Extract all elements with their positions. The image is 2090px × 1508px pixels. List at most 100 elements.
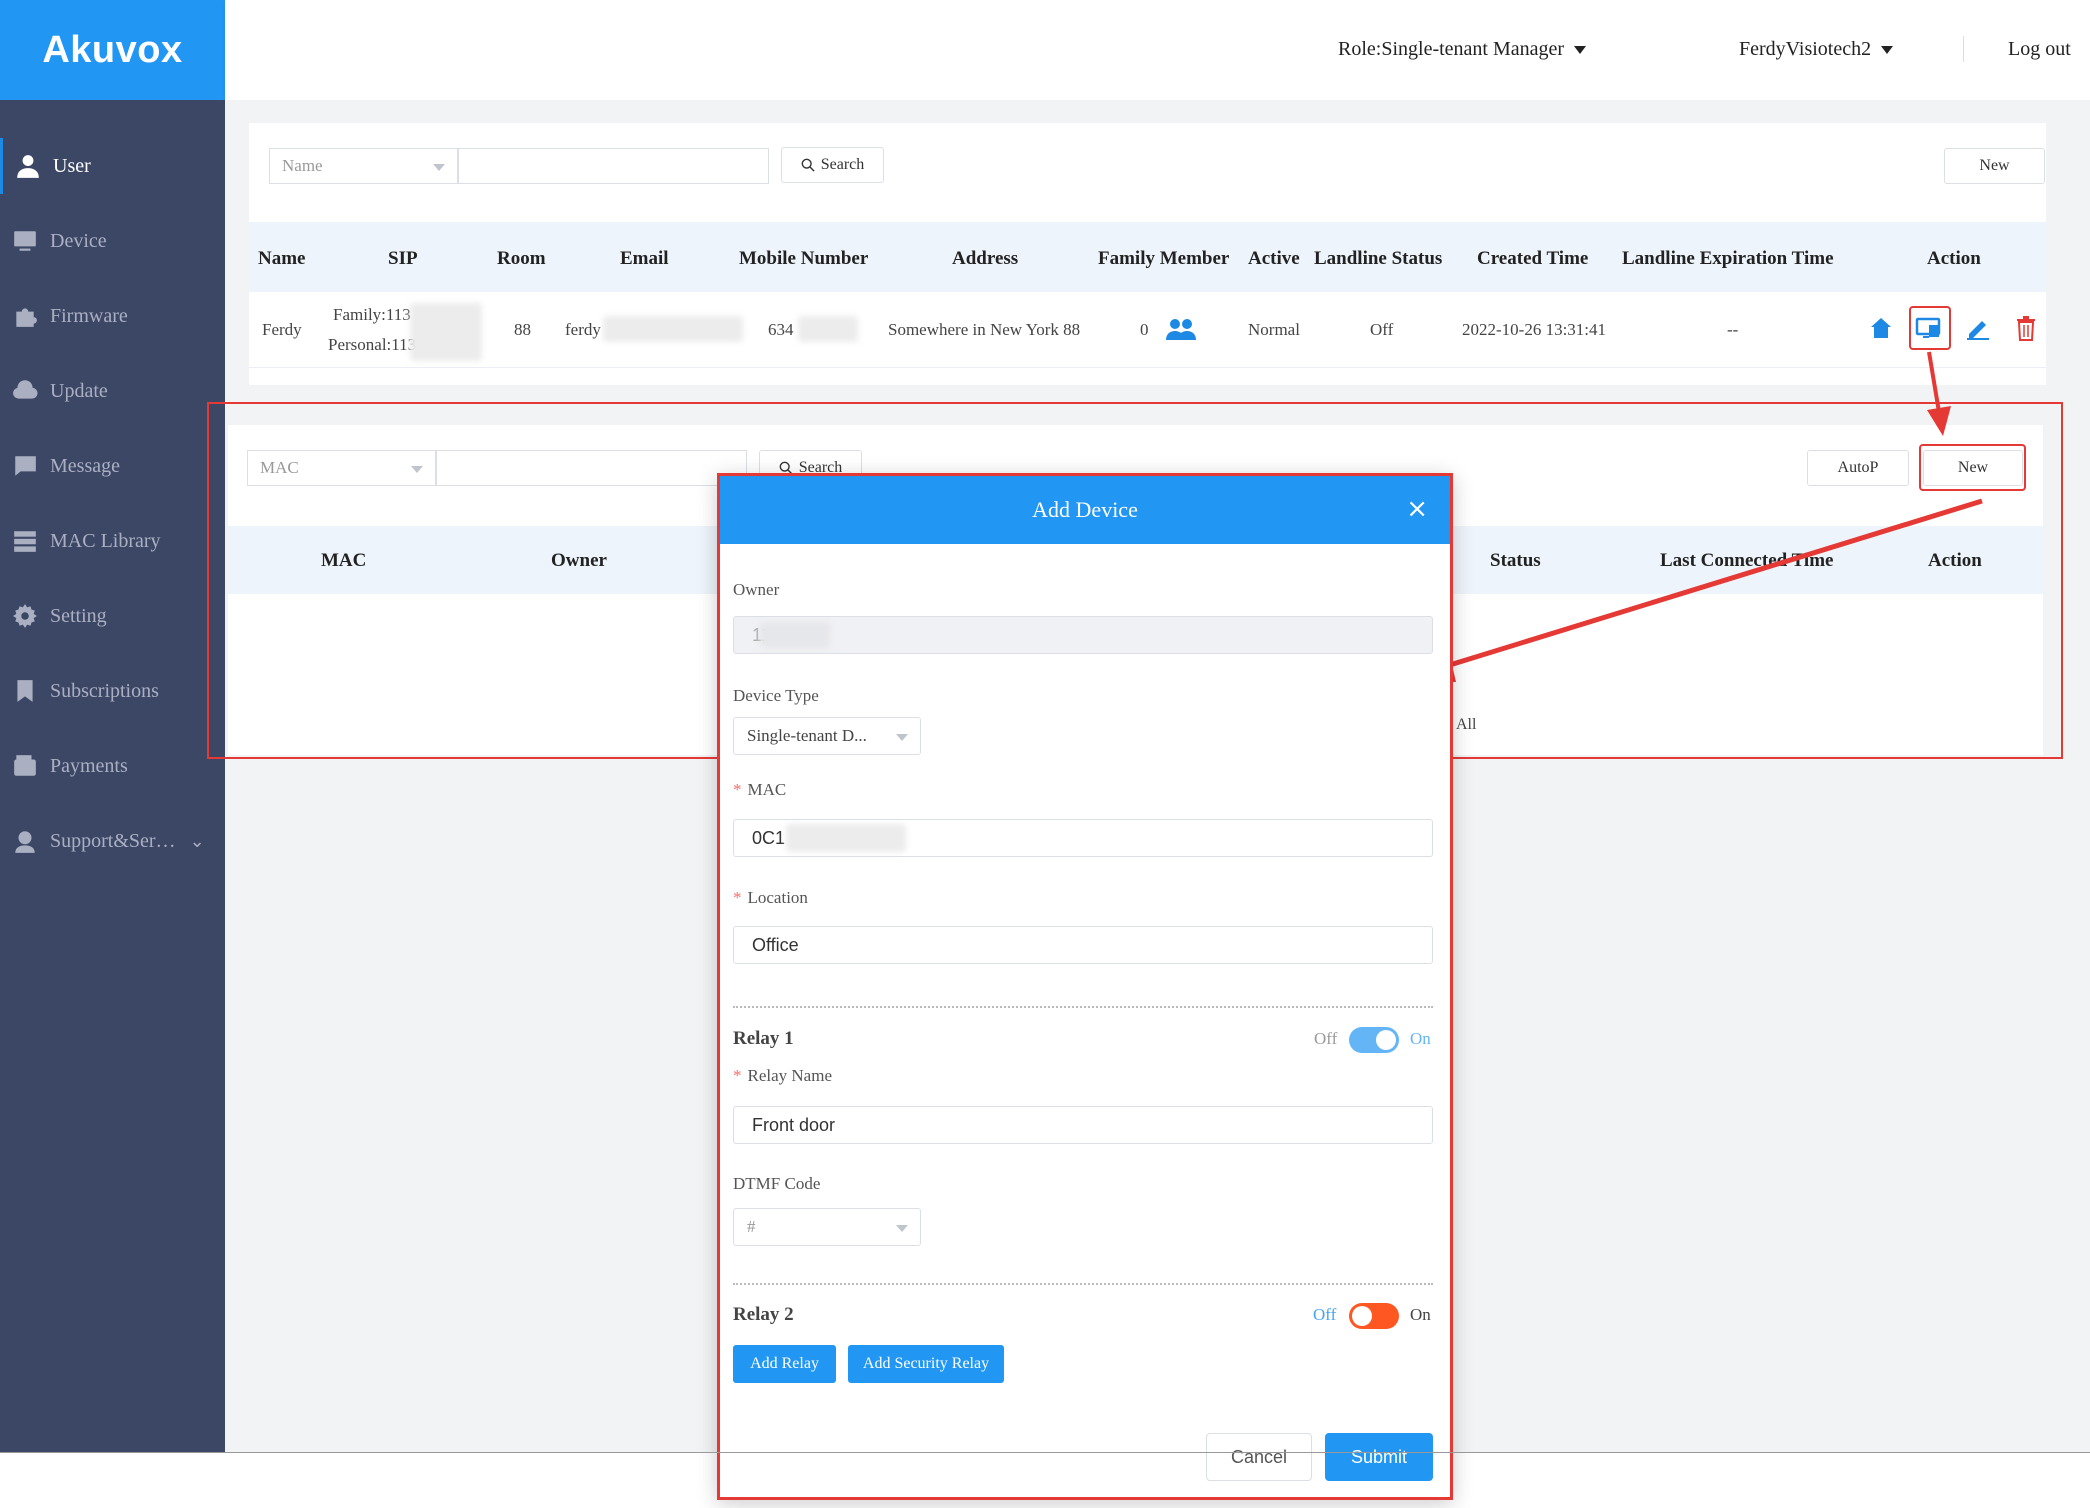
add-security-relay-button[interactable]: Add Security Relay	[848, 1345, 1004, 1383]
modal-header: Add Device ×	[720, 476, 1450, 544]
family-members-icon[interactable]	[1165, 316, 1197, 342]
relay2-toggle[interactable]	[1349, 1303, 1399, 1329]
filter-select-value: Name	[282, 156, 323, 175]
sidebar-item-mac-library[interactable]: MAC Library	[0, 513, 225, 569]
device-type-select[interactable]: Single-tenant D...	[733, 717, 921, 755]
location-input[interactable]: Office	[733, 926, 1433, 964]
sidebar-item-label: Setting	[50, 604, 107, 627]
message-icon	[14, 456, 36, 476]
sidebar-item-device[interactable]: Device	[0, 213, 225, 269]
relay-name-input[interactable]: Front door	[733, 1106, 1433, 1144]
column-header: Landline Status	[1314, 248, 1443, 269]
column-header: Name	[258, 248, 306, 269]
role-label: Role:Single-tenant Manager	[1338, 38, 1565, 60]
redacted-blur	[760, 622, 830, 648]
toggle-knob	[1376, 1030, 1396, 1050]
cell-family-member: 0	[1140, 320, 1149, 339]
add-device-modal: Add Device × Owner 11 Device Type Single…	[717, 473, 1453, 1500]
column-header: Mobile Number	[739, 248, 869, 269]
search-button[interactable]: Search	[781, 147, 884, 183]
sidebar-item-support[interactable]: Support&Ser… ⌄	[0, 813, 225, 869]
sidebar-item-firmware[interactable]: Firmware	[0, 288, 225, 344]
relay2-off-label: Off	[1313, 1305, 1337, 1324]
username-label: FerdyVisiotech2	[1739, 38, 1872, 60]
mac-label-text: MAC	[747, 780, 787, 799]
required-marker: *	[733, 1066, 742, 1085]
edit-icon[interactable]	[1965, 315, 1991, 341]
location-label: * Location	[733, 888, 808, 908]
divider	[1963, 36, 1964, 62]
role-dropdown[interactable]: Role:Single-tenant Manager	[1338, 38, 1587, 61]
column-header: SIP	[388, 248, 418, 269]
relay1-off-label: Off	[1314, 1029, 1338, 1048]
logout-link[interactable]: Log out	[2008, 38, 2071, 61]
cell-name: Ferdy	[262, 320, 302, 339]
user-dropdown[interactable]: FerdyVisiotech2	[1739, 38, 1894, 61]
close-icon[interactable]: ×	[1406, 496, 1428, 522]
sidebar-item-setting[interactable]: Setting	[0, 588, 225, 644]
relay-name-value: Front door	[752, 1114, 836, 1135]
sidebar-item-label: Firmware	[50, 304, 128, 327]
row-divider	[249, 367, 2046, 368]
cloud-upload-icon	[13, 380, 38, 399]
cell-landline-expiration: --	[1727, 320, 1739, 339]
search-button-label: Search	[820, 156, 865, 173]
column-header: Created Time	[1477, 248, 1589, 269]
redacted-blur	[798, 316, 858, 342]
sidebar-item-label: Message	[50, 454, 120, 477]
redacted-blur	[410, 303, 482, 361]
dropdown-arrow-icon	[896, 734, 908, 741]
cell-room: 88	[514, 320, 531, 339]
cancel-button[interactable]: Cancel	[1206, 1433, 1312, 1481]
sidebar-item-label: User	[53, 154, 91, 177]
headset-icon	[15, 831, 35, 853]
required-marker: *	[733, 780, 742, 799]
home-icon[interactable]	[1869, 316, 1893, 340]
sidebar-item-label: Update	[50, 379, 108, 402]
mac-value: 0C1	[752, 827, 786, 848]
bottom-divider	[0, 1452, 2090, 1453]
caret-down-icon	[1881, 46, 1894, 55]
sidebar-item-update[interactable]: Update	[0, 363, 225, 419]
sidebar-item-payments[interactable]: Payments	[0, 738, 225, 794]
column-header: Landline Expiration Time	[1622, 248, 1834, 269]
cell-address: Somewhere in New York 88	[888, 320, 1081, 339]
filter-select[interactable]: Name	[269, 148, 458, 184]
delete-icon[interactable]	[2015, 315, 2037, 341]
gear-icon	[13, 604, 37, 628]
submit-button[interactable]: Submit	[1325, 1433, 1433, 1481]
sidebar-item-label: Support&Ser…	[50, 829, 176, 852]
dropdown-arrow-icon	[433, 164, 445, 171]
add-relay-button[interactable]: Add Relay	[733, 1345, 836, 1383]
annotation-highlight	[1909, 306, 1951, 350]
relay-name-label-text: Relay Name	[747, 1066, 833, 1085]
chevron-down-icon: ⌄	[189, 830, 205, 851]
relay2-title: Relay 2	[733, 1304, 794, 1325]
relay1-on-label: On	[1410, 1029, 1431, 1048]
redacted-blur	[786, 824, 906, 852]
sidebar-item-message[interactable]: Message	[0, 438, 225, 494]
dropdown-arrow-icon	[896, 1225, 908, 1232]
dtmf-label: DTMF Code	[733, 1174, 821, 1193]
column-header: Address	[952, 248, 1019, 269]
column-header: Action	[1927, 248, 1981, 269]
search-input[interactable]	[458, 148, 769, 184]
section-divider	[733, 1006, 1433, 1008]
relay1-title: Relay 1	[733, 1028, 794, 1049]
new-user-button[interactable]: New	[1944, 148, 2045, 184]
caret-down-icon	[1574, 46, 1587, 55]
device-icon	[14, 231, 36, 251]
toggle-knob	[1352, 1306, 1372, 1326]
relay1-toggle[interactable]	[1349, 1027, 1399, 1053]
cell-sip-personal: Personal:113	[328, 335, 417, 354]
sidebar-item-user[interactable]: User	[0, 138, 225, 194]
wallet-icon	[14, 755, 36, 776]
brand-logo[interactable]: Akuvox	[0, 0, 225, 100]
required-marker: *	[733, 888, 742, 907]
mac-label: * MAC	[733, 780, 786, 800]
dtmf-select[interactable]: #	[733, 1208, 921, 1246]
sidebar-item-subscriptions[interactable]: Subscriptions	[0, 663, 225, 719]
column-header: Email	[620, 248, 669, 269]
cell-created-time: 2022-10-26 13:31:41	[1462, 320, 1607, 339]
relay2-on-label: On	[1410, 1305, 1431, 1324]
